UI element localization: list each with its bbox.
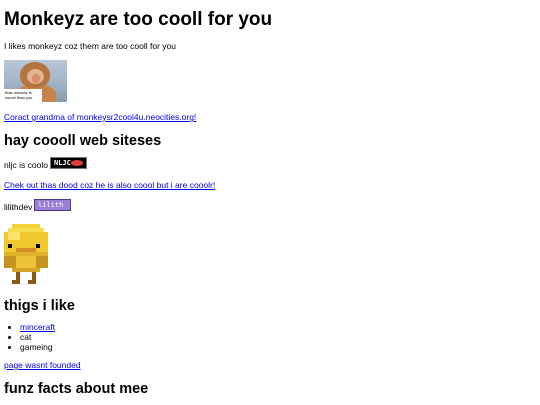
nljc-button[interactable]: NLJC	[50, 157, 87, 169]
not-found-link[interactable]: page wasnt founded	[4, 360, 81, 370]
lilith-button[interactable]: lilith	[34, 199, 71, 211]
chek-link[interactable]: Chek out thas dood coz he is also coool …	[4, 180, 215, 190]
intro-text: I likes monkeyz coz them are too cooll f…	[4, 41, 176, 51]
facts-heading: funz facts about mee	[4, 381, 149, 397]
grandma-link[interactable]: Coract grandma of monkeysr2cool4u.neocit…	[4, 112, 196, 122]
list-item: cat	[20, 332, 55, 342]
likes-item-link[interactable]: minceraft	[20, 322, 55, 332]
page-title: Monkeyz are too cooll for you	[4, 9, 273, 30]
nljc-button-text: NLJC	[54, 159, 71, 167]
monkey-caption: thas monkey is cooolr than you	[4, 89, 42, 102]
chick-image	[4, 224, 48, 284]
sites-heading: hay coooll web siteses	[4, 133, 162, 149]
list-item[interactable]: minceraft	[20, 322, 55, 332]
nljc-button-graphic	[71, 160, 83, 166]
page: Monkeyz are too cooll for you I likes mo…	[0, 0, 540, 405]
monkey-image: thas monkey is cooolr than you	[4, 60, 67, 102]
nljc-label: nljc is coolo	[4, 160, 48, 170]
likes-heading: thigs i like	[4, 298, 75, 314]
likes-list: minceraft cat gameing	[0, 322, 55, 352]
lilith-label: lilithdev	[4, 202, 33, 212]
list-item: gameing	[20, 342, 55, 352]
lilith-button-text: lilith	[38, 201, 64, 209]
